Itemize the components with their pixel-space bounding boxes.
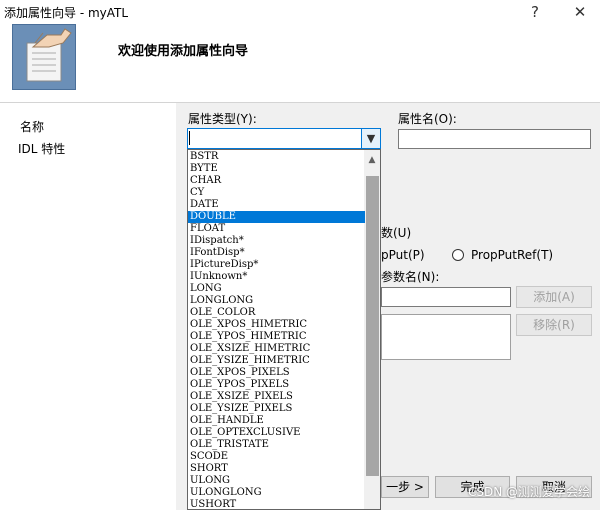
help-button[interactable]: ?: [518, 1, 552, 23]
dropdown-option[interactable]: OLE_XSIZE_PIXELS: [188, 391, 365, 403]
nav-item-idl[interactable]: IDL 特性: [18, 140, 65, 157]
chevron-down-icon[interactable]: ▼: [361, 129, 380, 148]
wizard-icon: [12, 24, 76, 90]
dropdown-option[interactable]: IPictureDisp*: [188, 259, 365, 271]
propputref-radio[interactable]: [452, 249, 464, 261]
dropdown-option[interactable]: IFontDisp*: [188, 247, 365, 259]
dropdown-option[interactable]: ULONG: [188, 475, 365, 487]
wizard-header: 欢迎使用添加属性向导: [0, 22, 600, 103]
dropdown-option[interactable]: BSTR: [188, 151, 365, 163]
prop-name-label: 属性名(O):: [398, 112, 457, 126]
close-button[interactable]: ✕: [563, 1, 597, 23]
dropdown-option[interactable]: BYTE: [188, 163, 365, 175]
param-name-label: 参数名(N):: [381, 270, 440, 284]
dropdown-option[interactable]: OLE_YPOS_HIMETRIC: [188, 331, 365, 343]
param-name-input[interactable]: [381, 287, 511, 307]
dropdown-option[interactable]: ULONGLONG: [188, 487, 365, 499]
dropdown-scrollbar[interactable]: ▲: [364, 150, 380, 509]
add-button[interactable]: 添加(A): [516, 286, 592, 308]
dropdown-option[interactable]: OLE_YSIZE_HIMETRIC: [188, 355, 365, 367]
params-label: 数(U): [381, 226, 412, 240]
dropdown-option[interactable]: OLE_XSIZE_HIMETRIC: [188, 343, 365, 355]
dropdown-option[interactable]: SHORT: [188, 463, 365, 475]
prop-type-label: 属性类型(Y):: [188, 112, 257, 126]
propputref-label[interactable]: PropPutRef(T): [471, 248, 553, 262]
dropdown-option[interactable]: DATE: [188, 199, 365, 211]
dropdown-option[interactable]: OLE_YSIZE_PIXELS: [188, 403, 365, 415]
dropdown-option[interactable]: OLE_YPOS_PIXELS: [188, 379, 365, 391]
dropdown-option[interactable]: OLE_COLOR: [188, 307, 365, 319]
dropdown-option[interactable]: USHORT: [188, 499, 365, 509]
dropdown-option[interactable]: SCODE: [188, 451, 365, 463]
prop-type-dropdown-list[interactable]: ▲ BSTR BYTE CHAR CY DATE DOUBLE FLOAT IDispatch…: [187, 149, 381, 510]
dropdown-option[interactable]: OLE_OPTEXCLUSIVE: [188, 427, 365, 439]
scrollbar-thumb[interactable]: [366, 176, 379, 476]
nav-item-name[interactable]: 名称: [20, 118, 44, 135]
dropdown-option[interactable]: CY: [188, 187, 365, 199]
prop-name-input[interactable]: [398, 129, 591, 149]
remove-button[interactable]: 移除(R): [516, 314, 592, 336]
propput-label[interactable]: pPut(P): [381, 248, 425, 262]
next-button[interactable]: 一步 >: [381, 476, 429, 498]
dropdown-option[interactable]: OLE_XPOS_PIXELS: [188, 367, 365, 379]
scroll-up-icon[interactable]: ▲: [364, 152, 380, 168]
dropdown-option[interactable]: OLE_XPOS_HIMETRIC: [188, 319, 365, 331]
text-caret: [189, 131, 190, 145]
dropdown-option[interactable]: FLOAT: [188, 223, 365, 235]
dropdown-option[interactable]: IDispatch*: [188, 235, 365, 247]
param-list[interactable]: [381, 314, 511, 360]
watermark: CSDN @测测爱学会绘: [467, 485, 590, 499]
dropdown-option[interactable]: DOUBLE: [188, 211, 365, 223]
dropdown-option[interactable]: LONGLONG: [188, 295, 365, 307]
window-title: 添加属性向导 - myATL: [4, 6, 129, 20]
dropdown-option[interactable]: OLE_HANDLE: [188, 415, 365, 427]
page-title: 欢迎使用添加属性向导: [118, 44, 249, 59]
dropdown-option[interactable]: CHAR: [188, 175, 365, 187]
prop-type-combo[interactable]: ▼: [187, 128, 381, 149]
dropdown-option[interactable]: LONG: [188, 283, 365, 295]
dropdown-option[interactable]: IUnknown*: [188, 271, 365, 283]
dropdown-option[interactable]: OLE_TRISTATE: [188, 439, 365, 451]
document-hand-icon: [26, 28, 72, 82]
wizard-nav: 名称 IDL 特性: [0, 103, 176, 510]
